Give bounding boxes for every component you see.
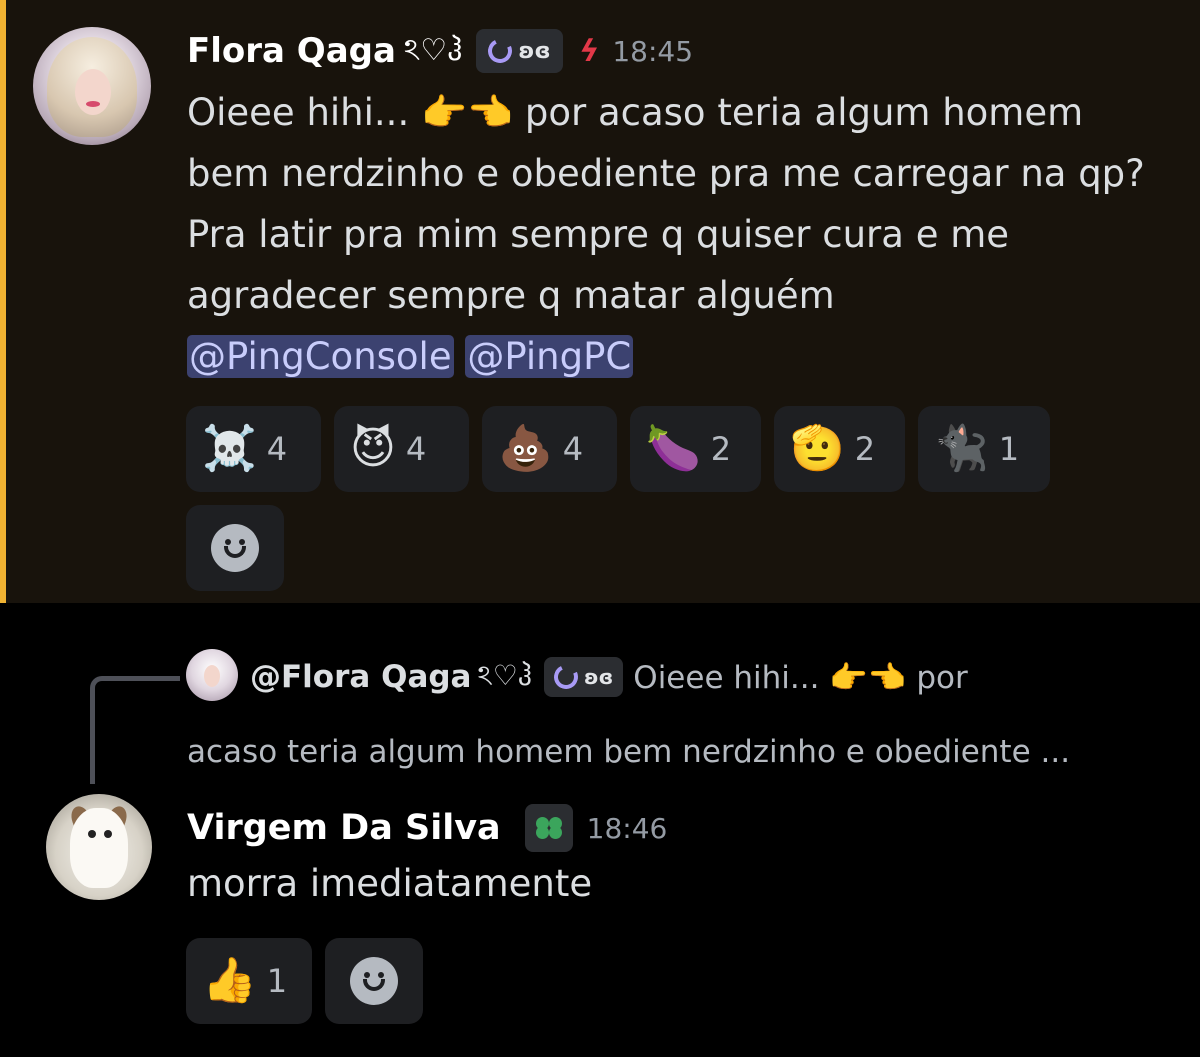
username[interactable]: Virgem Da Silva [187, 808, 501, 848]
reply-preview[interactable]: @Flora Qaga ঽ♡ჰ ʚɞ Oieee hihi... 👉👈 por [250, 652, 968, 702]
reply-preview-text: Oieee hihi... 👉👈 por [633, 659, 968, 696]
add-reaction-button[interactable] [325, 938, 423, 1024]
mention-pingpc[interactable]: @PingPC [465, 335, 634, 378]
salute-icon: 🫡 [790, 423, 845, 474]
mention-highlight-bar [0, 0, 6, 603]
reaction-count: 1 [266, 962, 288, 1000]
poop-icon: 💩 [498, 423, 553, 474]
username[interactable]: Flora Qaga [187, 31, 396, 71]
reply-guild-tag[interactable]: ʚɞ [544, 657, 624, 697]
reply-guild-tag-label: ʚɞ [584, 665, 614, 689]
message-text: Oieee hihi... 👉👈 por acaso teria algum h… [187, 91, 1145, 317]
mention-pingconsole[interactable]: @PingConsole [187, 335, 454, 378]
timestamp: 18:45 [612, 34, 694, 68]
avatar[interactable] [33, 27, 151, 145]
guild-tag[interactable]: ʚɞ [476, 29, 563, 73]
reaction-count: 4 [405, 430, 427, 468]
reaction-devil[interactable]: 😈 4 [334, 406, 469, 492]
reaction-count: 4 [562, 430, 584, 468]
reply-name-decoration: ঽ♡ჰ [477, 658, 533, 692]
smile-icon [350, 957, 398, 1005]
reaction-salute[interactable]: 🫡 2 [774, 406, 905, 492]
reaction-count: 1 [998, 430, 1020, 468]
reactions-bar: 👍 1 [186, 938, 312, 1024]
avatar[interactable] [46, 794, 152, 900]
reaction-count: 2 [710, 430, 732, 468]
devil-icon: 😈 [350, 423, 396, 474]
name-decoration: ঽ♡ჰ [403, 32, 463, 68]
moon-icon [550, 661, 582, 693]
reply-preview-text-continued[interactable]: acaso teria algum homem bem nerdzinho e … [187, 734, 1070, 770]
reaction-poop[interactable]: 💩 4 [482, 406, 617, 492]
guild-tag[interactable] [524, 804, 573, 852]
skull-crossbones-icon: ☠️ [202, 423, 257, 474]
reaction-thumbs-up[interactable]: 👍 1 [186, 938, 312, 1024]
cat-icon: 🐈‍⬛ [934, 423, 989, 474]
timestamp: 18:46 [586, 811, 668, 845]
reaction-count: 4 [266, 430, 288, 468]
smile-icon [211, 524, 259, 572]
guild-tag-label: ʚɞ [518, 38, 551, 64]
add-reaction-button[interactable] [186, 505, 284, 591]
message-header: Virgem Da Silva 18:46 [187, 803, 667, 853]
eggplant-icon: 🍆 [646, 423, 701, 474]
message-text: morra imediatamente [187, 862, 593, 905]
message-header: Flora Qaga ঽ♡ჰ ʚɞ ϟ 18:45 [187, 27, 693, 75]
clover-icon [535, 815, 562, 841]
reply-username[interactable]: @Flora Qaga [250, 659, 471, 695]
bolt-icon: ϟ [574, 33, 603, 69]
thumbs-up-icon: 👍 [202, 955, 257, 1006]
reply-avatar[interactable] [186, 649, 238, 701]
message-content: Oieee hihi... 👉👈 por acaso teria algum h… [187, 82, 1177, 387]
reaction-eggplant[interactable]: 🍆 2 [630, 406, 761, 492]
reactions-bar: ☠️ 4 😈 4 💩 4 🍆 2 🫡 2 🐈‍⬛ 1 [186, 406, 1050, 492]
moon-icon [484, 35, 516, 67]
reaction-cat[interactable]: 🐈‍⬛ 1 [918, 406, 1050, 492]
reply-connector [90, 676, 180, 784]
reaction-count: 2 [854, 430, 876, 468]
message-highlighted[interactable]: Flora Qaga ঽ♡ჰ ʚɞ ϟ 18:45 Oieee hihi... … [0, 0, 1200, 603]
reaction-skull[interactable]: ☠️ 4 [186, 406, 321, 492]
chat-view: Flora Qaga ঽ♡ჰ ʚɞ ϟ 18:45 Oieee hihi... … [0, 0, 1200, 1057]
